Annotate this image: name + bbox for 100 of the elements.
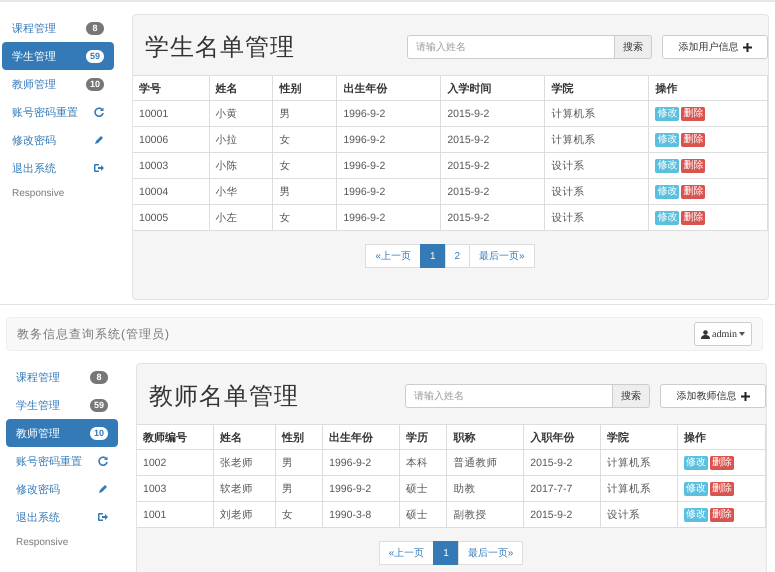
- search-button[interactable]: 搜索: [615, 35, 652, 59]
- column-header: 操作: [678, 424, 766, 450]
- sidebar-item[interactable]: 课程管理 8: [2, 14, 114, 42]
- sidebar-item[interactable]: 修改密码: [2, 126, 114, 154]
- sidebar-item[interactable]: 账号密码重置: [6, 447, 118, 475]
- caret-icon: [739, 332, 745, 336]
- sidebar-item[interactable]: 教师管理 10: [6, 419, 118, 447]
- table-cell: 计算机系: [544, 126, 649, 152]
- table-cell: 本科: [400, 450, 447, 476]
- table-cell: 10005: [133, 204, 210, 230]
- table-cell: 小陈: [209, 152, 273, 178]
- table-cell: 2015-9-2: [440, 126, 545, 152]
- table-cell: 男: [272, 178, 337, 204]
- page-title: 学生名单管理: [145, 33, 296, 63]
- page-link[interactable]: 最后一页»: [458, 541, 524, 565]
- table-cell: 计算机系: [600, 476, 678, 502]
- count-badge: 10: [90, 426, 108, 440]
- table-cell: 1990-3-8: [322, 502, 400, 528]
- sidebar-item[interactable]: 教师管理 10: [2, 70, 114, 98]
- column-header: 出生年份: [322, 424, 400, 450]
- table-cell: 2017-7-7: [524, 476, 601, 502]
- table-cell: 设计系: [600, 502, 678, 528]
- sidebar-item[interactable]: 学生管理 59: [2, 42, 114, 70]
- page-link[interactable]: 1: [433, 541, 459, 565]
- column-header: 入职年份: [524, 424, 601, 450]
- sidebar-label: Responsive: [11, 187, 66, 201]
- table-cell: 1996-9-2: [336, 100, 441, 126]
- sidebar-item-label: 修改密码: [12, 134, 56, 148]
- page-link[interactable]: 最后一页»: [469, 244, 535, 268]
- table-cell: 软老师: [213, 476, 276, 502]
- column-header: 学历: [400, 424, 447, 450]
- column-header: 入学时间: [440, 76, 545, 100]
- delete-button[interactable]: 删除: [681, 106, 706, 120]
- delete-button[interactable]: 删除: [681, 184, 706, 198]
- count-badge: 10: [86, 78, 104, 90]
- column-header: 性别: [275, 424, 323, 450]
- table-cell: 男: [275, 450, 323, 476]
- table-cell: 2015-9-2: [440, 178, 545, 204]
- delete-button[interactable]: 删除: [710, 482, 734, 496]
- table-cell: 女: [272, 204, 337, 230]
- refresh-icon: [98, 456, 108, 466]
- table-cell: 女: [275, 502, 323, 528]
- table-cell: 女: [272, 152, 337, 178]
- pencil-icon: [98, 484, 108, 494]
- table-cell: 硕士: [400, 502, 447, 528]
- sidebar-item[interactable]: 退出系统: [2, 154, 114, 182]
- sidebar-label: Responsive: [15, 536, 70, 550]
- column-header: 性别: [272, 76, 337, 100]
- table-cell: 计算机系: [544, 100, 649, 126]
- table-cell: 1002: [137, 450, 214, 476]
- search-button[interactable]: 搜索: [613, 384, 650, 408]
- table-cell: 2015-9-2: [524, 450, 601, 476]
- table-cell: 设计系: [544, 152, 649, 178]
- column-header: 职称: [446, 424, 524, 450]
- table-cell: 2015-9-2: [440, 204, 545, 230]
- sidebar-item[interactable]: 学生管理 59: [6, 391, 118, 419]
- table-cell: 2015-9-2: [524, 502, 601, 528]
- count-badge: 8: [86, 22, 104, 34]
- system-title: 教务信息查询系统(管理员): [17, 326, 170, 342]
- table-cell: 小黄: [209, 100, 273, 126]
- table-cell: 1996-9-2: [336, 152, 441, 178]
- column-header: 学院: [544, 76, 649, 100]
- table-cell: 设计系: [544, 178, 649, 204]
- refresh-icon: [94, 107, 104, 117]
- page-link[interactable]: 1: [420, 244, 446, 268]
- sidebar-item-label: 课程管理: [16, 370, 60, 384]
- sidebar-item-label: 学生管理: [12, 50, 56, 64]
- page-link[interactable]: 2: [444, 244, 470, 268]
- table-cell: 1996-9-2: [336, 126, 441, 152]
- page-link[interactable]: «上一页: [365, 244, 421, 268]
- sidebar-item[interactable]: 课程管理 8: [6, 363, 118, 391]
- search-field[interactable]: 请输入姓名: [407, 35, 615, 59]
- delete-button[interactable]: 删除: [710, 456, 734, 470]
- page-link[interactable]: «上一页: [378, 541, 434, 565]
- add-button[interactable]: 添加用户信息: [662, 35, 768, 59]
- column-header: 姓名: [209, 76, 273, 100]
- sidebar-item[interactable]: 修改密码: [6, 475, 118, 503]
- sidebar-item-label: 退出系统: [12, 162, 56, 176]
- delete-button[interactable]: 删除: [681, 210, 706, 224]
- table-cell: 助教: [446, 476, 524, 502]
- sidebar-item[interactable]: 账号密码重置: [2, 98, 114, 126]
- table-cell: 10004: [133, 178, 210, 204]
- table-cell: 小左: [209, 204, 273, 230]
- column-header: 姓名: [213, 424, 276, 450]
- pencil-icon: [94, 135, 104, 145]
- user-menu-button[interactable]: admin: [694, 322, 752, 346]
- delete-button[interactable]: 删除: [710, 508, 734, 522]
- delete-button[interactable]: 删除: [681, 132, 706, 146]
- table-cell: 小华: [209, 178, 273, 204]
- table-cell: 1003: [137, 476, 214, 502]
- add-button[interactable]: 添加教师信息: [660, 384, 766, 408]
- search-field[interactable]: 请输入姓名: [405, 384, 613, 408]
- table-cell: 女: [272, 126, 337, 152]
- page-title: 教师名单管理: [149, 382, 300, 412]
- column-header: 出生年份: [336, 76, 441, 100]
- table-cell: 男: [272, 100, 337, 126]
- sidebar-item[interactable]: 退出系统: [6, 503, 118, 531]
- plus-icon: [740, 392, 750, 400]
- count-badge: 8: [90, 370, 108, 384]
- delete-button[interactable]: 删除: [681, 158, 706, 172]
